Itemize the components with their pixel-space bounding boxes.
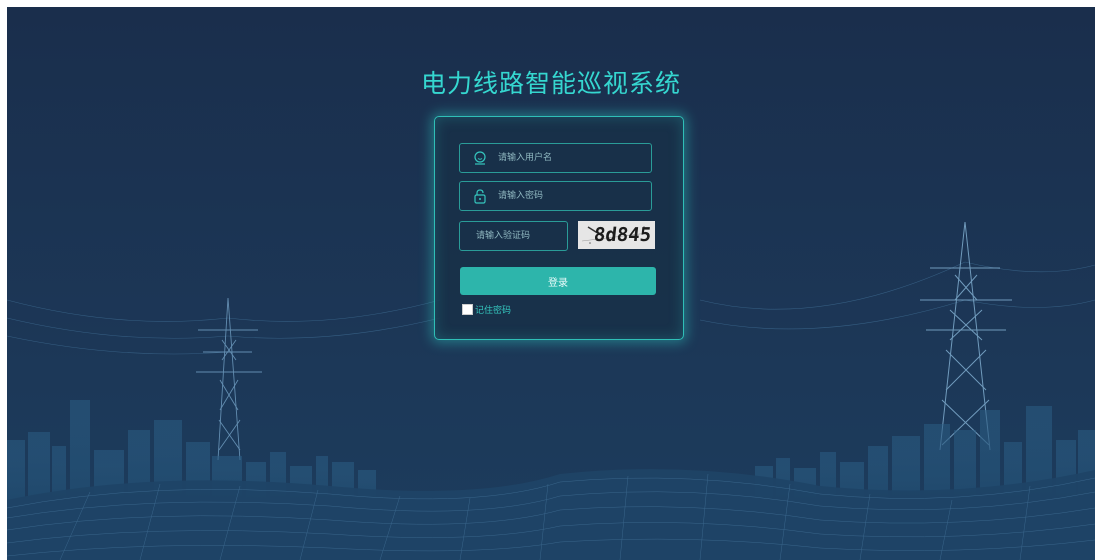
username-field[interactable]: [459, 143, 652, 173]
remember-password-label: 记住密码: [475, 306, 512, 316]
remember-password-checkbox[interactable]: [462, 304, 473, 315]
password-input[interactable]: [498, 182, 646, 210]
user-icon: [474, 151, 486, 165]
captcha-image[interactable]: 8d845: [578, 221, 655, 249]
username-input[interactable]: [498, 144, 646, 172]
captcha-field[interactable]: [459, 221, 568, 251]
captcha-text: 8d845: [592, 224, 653, 246]
lock-icon: [474, 189, 486, 204]
captcha-input[interactable]: [476, 222, 564, 250]
login-button[interactable]: 登录: [460, 267, 656, 295]
page-title: 电力线路智能巡视系统: [420, 69, 681, 98]
password-field[interactable]: [459, 181, 652, 211]
